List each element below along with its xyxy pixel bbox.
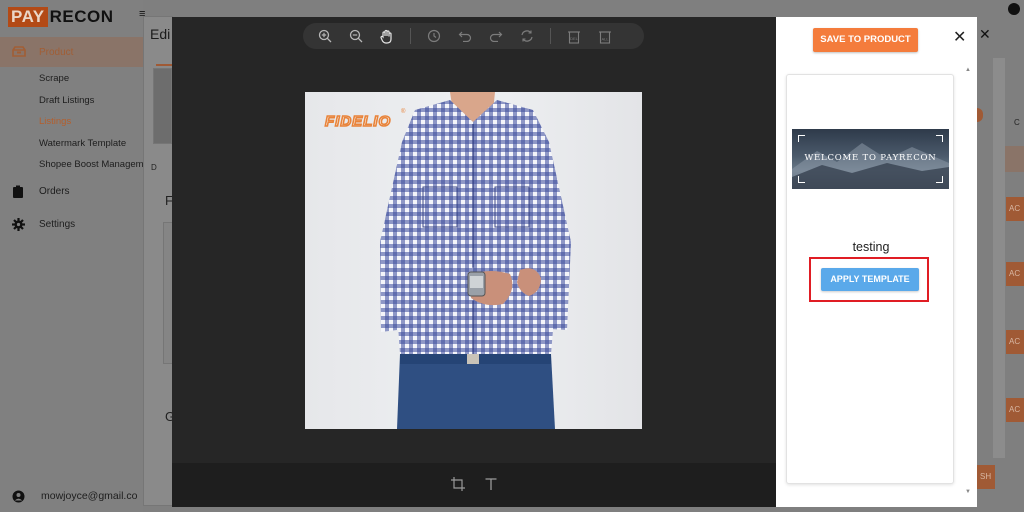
background-action-button[interactable]: SH: [977, 465, 995, 489]
background-label: D: [151, 163, 157, 172]
frame-corner: [798, 135, 805, 142]
background-image-thumb: [153, 68, 172, 144]
zoom-in-icon[interactable]: [317, 28, 333, 44]
sidebar-item-draft-listings[interactable]: Draft Listings: [39, 95, 94, 106]
sidebar-item-settings[interactable]: Settings: [12, 218, 76, 231]
image-editor: DEL ALL FIDELIO ®: [172, 17, 776, 507]
apply-template-button[interactable]: APPLY TEMPLATE: [821, 268, 919, 291]
save-to-product-button[interactable]: SAVE TO PRODUCT: [813, 28, 918, 52]
product-icon: [12, 46, 26, 58]
apply-template-highlight: APPLY TEMPLATE: [809, 257, 929, 302]
sidebar-item-orders[interactable]: Orders: [12, 185, 70, 198]
template-name: testing: [852, 240, 890, 254]
user-circle-icon: [12, 490, 26, 503]
sidebar-item-shopee-boost[interactable]: Shopee Boost Managem: [39, 159, 143, 170]
delete-icon[interactable]: DEL: [566, 28, 582, 44]
close-icon[interactable]: ✕: [953, 30, 966, 46]
logo-pay: PAY: [8, 7, 48, 27]
sidebar-item-label: Orders: [39, 185, 70, 197]
editor-toolbar: DEL ALL: [303, 23, 644, 49]
sidebar-item-watermark-template[interactable]: Watermark Template: [39, 138, 126, 149]
sidebar-item-label: Product: [39, 46, 74, 58]
background-dialog-title: Edi: [150, 26, 171, 42]
banner-text: WELCOME TO PAYRECON: [804, 153, 937, 163]
frame-corner: [936, 135, 943, 142]
editor-canvas[interactable]: FIDELIO ®: [305, 92, 642, 429]
scroll-up-icon[interactable]: ▲: [965, 67, 971, 73]
reset-icon[interactable]: [519, 28, 535, 44]
frame-corner: [798, 176, 805, 183]
background-row-highlight: [1005, 146, 1024, 172]
sidebar-item-product[interactable]: Product: [0, 37, 143, 67]
logo-recon: RECON: [49, 7, 114, 26]
sidebar: PAY RECON ≡ Product Scrape Draft Listing…: [0, 0, 145, 512]
template-preview-banner[interactable]: WELCOME TO PAYRECON: [792, 129, 949, 189]
zoom-out-icon[interactable]: [348, 28, 364, 44]
user-account[interactable]: mowjoyce@gmail.co: [12, 490, 138, 503]
delete-all-label: ALL: [601, 36, 609, 41]
background-column-header: C: [1014, 118, 1020, 127]
background-tab-indicator: [156, 64, 173, 66]
registered-mark: ®: [401, 108, 406, 115]
background-close-icon[interactable]: ✕: [979, 26, 991, 43]
toolbar-divider: [410, 28, 411, 44]
text-icon[interactable]: [484, 477, 498, 494]
scroll-down-icon[interactable]: ▼: [965, 489, 971, 495]
template-panel: SAVE TO PRODUCT ✕ WELCOME TO PAYRECON te…: [776, 17, 977, 507]
delete-all-icon[interactable]: ALL: [597, 28, 613, 44]
undo-icon[interactable]: [457, 28, 473, 44]
product-photo: FIDELIO ®: [305, 92, 642, 429]
clipboard-icon: [12, 185, 26, 198]
frame-corner: [936, 176, 943, 183]
background-action-button[interactable]: AC: [1006, 197, 1024, 221]
toolbar-divider: [550, 28, 551, 44]
background-action-button[interactable]: AC: [1006, 262, 1024, 286]
background-scrollbar[interactable]: [993, 58, 1005, 458]
background-action-button[interactable]: AC: [1006, 330, 1024, 354]
redo-icon[interactable]: [488, 28, 504, 44]
watermark-text: FIDELIO: [325, 113, 391, 130]
sidebar-item-scrape[interactable]: Scrape: [39, 73, 69, 84]
history-icon[interactable]: [426, 28, 442, 44]
brand-logo: PAY RECON: [8, 7, 114, 27]
delete-label: DEL: [570, 36, 579, 41]
background-action-button[interactable]: AC: [1006, 398, 1024, 422]
crop-icon[interactable]: [450, 476, 466, 495]
editor-bottom-bar: [172, 463, 776, 507]
sidebar-item-listings[interactable]: Listings: [39, 116, 71, 127]
hand-pan-icon[interactable]: [379, 28, 395, 44]
sidebar-item-label: Settings: [39, 218, 76, 230]
gear-icon: [12, 218, 26, 231]
user-email: mowjoyce@gmail.co: [41, 490, 138, 502]
template-card: WELCOME TO PAYRECON testing APPLY TEMPLA…: [786, 74, 954, 484]
globe-icon[interactable]: [1008, 3, 1020, 15]
